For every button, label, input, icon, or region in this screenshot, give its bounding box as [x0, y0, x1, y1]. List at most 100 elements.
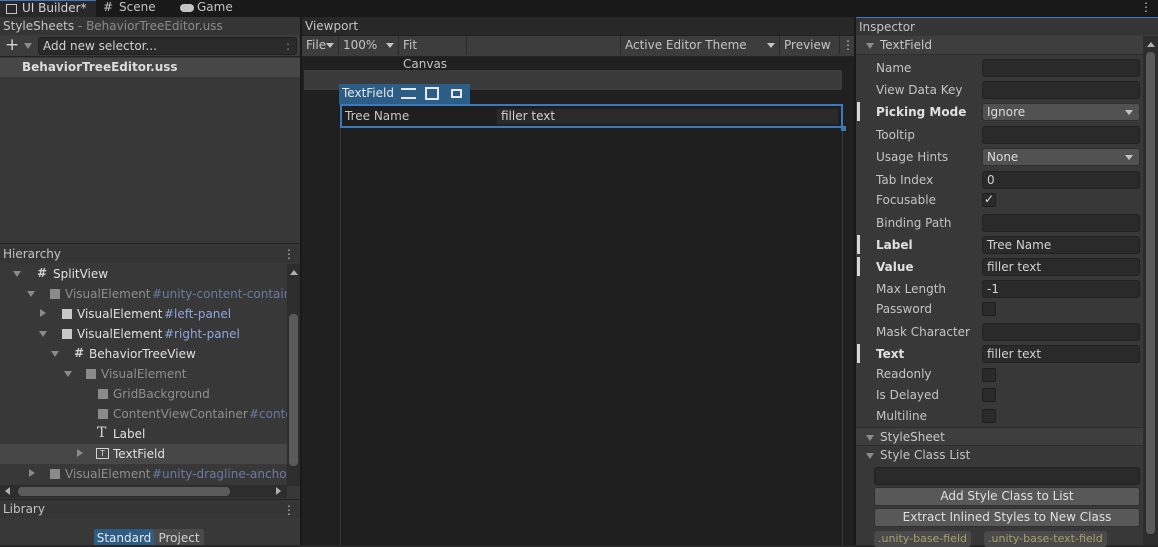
theme-dropdown[interactable]: Active Editor Theme [620, 36, 780, 55]
tree-row[interactable]: VisualElement [0, 364, 287, 384]
value-prop-label: Value [876, 260, 914, 274]
focusable-checkbox[interactable]: ✓ [982, 192, 996, 207]
tree-row-name: TextField [113, 447, 165, 461]
max-length-input[interactable]: -1 [982, 280, 1140, 298]
multiline-checkbox[interactable] [982, 409, 996, 423]
fit-canvas-button[interactable]: Fit Canvas [399, 36, 467, 71]
collapse-arrow-icon[interactable] [29, 469, 35, 477]
tab-ui-builder[interactable]: UI Builder* [0, 0, 96, 17]
section-expand-icon[interactable] [866, 43, 874, 49]
style-class-list-header[interactable]: Style Class List [856, 447, 1143, 465]
canvas-textfield[interactable]: Tree Name filler text [340, 104, 843, 128]
tree-row[interactable]: VisualElement #unity-dragline-anchor [0, 464, 287, 484]
scroll-left-arrow-icon[interactable] [5, 487, 10, 495]
library-menu-icon[interactable]: ⋮ [283, 501, 295, 519]
hash-icon: # [74, 346, 85, 360]
tree-row[interactable]: VisualElement #left-panel [0, 304, 287, 324]
textfield-section-header[interactable]: TextField [856, 36, 1143, 55]
visual-element-icon [50, 469, 60, 479]
tree-row-class: #left-panel [164, 307, 232, 321]
collapse-arrow-icon[interactable] [40, 309, 46, 317]
tab-index-value: 0 [987, 173, 995, 187]
usage-hints-dropdown[interactable]: None [982, 148, 1140, 166]
library-tab-standard[interactable]: Standard [94, 529, 154, 545]
name-input[interactable] [982, 59, 1140, 77]
override-indicator [857, 344, 860, 363]
inspector-vscrollbar[interactable] [1143, 36, 1158, 545]
tree-row[interactable]: # SplitView [0, 264, 287, 284]
tree-row[interactable]: T Label [0, 424, 287, 444]
value-prop-value: filler text [987, 260, 1042, 274]
section-expand-icon[interactable] [866, 435, 874, 441]
collapse-arrow-icon[interactable] [77, 449, 83, 457]
hscroll-thumb[interactable] [18, 487, 230, 496]
selected-element-tag[interactable]: TextField [339, 84, 470, 104]
expand-arrow-icon[interactable] [27, 291, 35, 297]
justify-icon[interactable] [451, 89, 462, 98]
tree-row[interactable]: VisualElement #unity-content-containe [0, 284, 287, 304]
add-style-class-button[interactable]: Add Style Class to List [874, 487, 1140, 506]
tree-row-selected[interactable]: T TextField [0, 444, 287, 464]
stylesheets-title: StyleSheets [3, 19, 75, 33]
label-prop-input[interactable]: Tree Name [982, 236, 1140, 254]
add-dropdown-icon[interactable] [24, 43, 32, 49]
style-class-input[interactable] [874, 467, 1140, 485]
extract-inlined-styles-button[interactable]: Extract Inlined Styles to New Class [874, 508, 1140, 527]
tab-scene[interactable]: # Scene [96, 0, 172, 17]
picking-mode-dropdown[interactable]: Ignore [982, 103, 1140, 121]
align-icon[interactable] [425, 87, 439, 100]
stylesheet-section-header[interactable]: StyleSheet [856, 427, 1143, 446]
zoom-caret-icon [386, 43, 394, 48]
foldout-expand-icon[interactable] [866, 453, 874, 459]
scroll-up-arrow-icon[interactable] [1147, 42, 1155, 47]
selector-input[interactable]: Add new selector... : [38, 37, 297, 55]
tree-row[interactable]: # BehaviorTreeView [0, 344, 287, 364]
file-menu-button[interactable]: File [302, 36, 339, 55]
hierarchy-menu-icon[interactable]: ⋮ [283, 245, 295, 263]
mask-character-input[interactable] [982, 323, 1140, 341]
tree-row[interactable]: ContentViewContainer #conte [0, 404, 287, 424]
resize-handle[interactable] [841, 126, 846, 131]
expand-arrow-icon[interactable] [39, 331, 47, 337]
library-title: Library [3, 502, 45, 516]
viewport-menu-icon[interactable]: ⋮ [842, 36, 854, 55]
tree-row[interactable]: VisualElement #right-panel [0, 324, 287, 344]
tab-game[interactable]: Game [172, 0, 242, 17]
text-prop-input[interactable]: filler text [982, 345, 1140, 363]
tree-row-class: #conte [249, 407, 287, 421]
tree-row-class: #unity-dragline-anchor [152, 467, 287, 481]
tree-row[interactable]: GridBackground [0, 384, 287, 404]
tab-index-input[interactable]: 0 [982, 171, 1140, 189]
vscroll-thumb[interactable] [1146, 52, 1155, 534]
hierarchy-vscrollbar[interactable] [287, 264, 300, 486]
zoom-dropdown[interactable]: 100% [339, 36, 399, 55]
readonly-checkbox[interactable] [982, 368, 996, 382]
viewport-toolbar: File 100% Fit Canvas Active Editor Theme… [302, 36, 854, 71]
binding-path-input[interactable] [982, 214, 1140, 232]
stylesheet-file-row[interactable]: BehaviorTreeEditor.uss [0, 58, 300, 77]
value-prop-input[interactable]: filler text [982, 258, 1140, 276]
canvas-textfield-input[interactable]: filler text [496, 108, 839, 125]
library-tab-project[interactable]: Project [154, 529, 204, 545]
expand-arrow-icon[interactable] [13, 271, 21, 277]
hierarchy-tree: # SplitView VisualElement #unity-content… [0, 264, 287, 486]
scroll-up-arrow-icon[interactable] [290, 270, 298, 275]
password-checkbox[interactable] [982, 302, 996, 316]
selector-more-icon[interactable]: : [286, 38, 290, 54]
tooltip-input[interactable] [982, 126, 1140, 144]
vscroll-thumb[interactable] [289, 314, 298, 466]
viewport-header: Viewport [302, 17, 854, 35]
add-icon[interactable]: + [5, 35, 19, 56]
canvas [340, 104, 843, 545]
window-menu-icon[interactable]: ⋮ [1140, 0, 1152, 16]
is-delayed-checkbox[interactable] [982, 388, 996, 402]
tab-ui-builder-label: UI Builder* [22, 1, 87, 15]
view-data-key-input[interactable] [982, 81, 1140, 99]
expand-arrow-icon[interactable] [64, 371, 72, 377]
preview-button[interactable]: Preview [780, 36, 840, 55]
flex-direction-icon[interactable] [401, 88, 416, 99]
tree-row-name: VisualElement [65, 287, 151, 301]
scroll-right-arrow-icon[interactable] [276, 487, 281, 495]
hierarchy-hscrollbar[interactable] [0, 485, 287, 498]
expand-arrow-icon[interactable] [51, 351, 59, 357]
